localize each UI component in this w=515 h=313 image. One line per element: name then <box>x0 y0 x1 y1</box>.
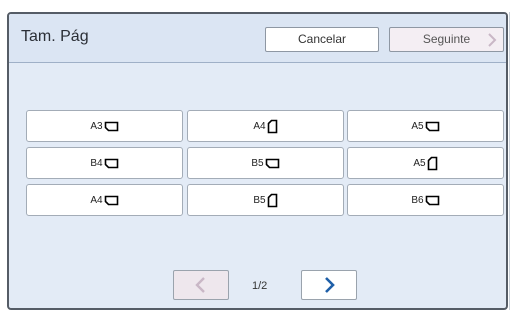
landscape-icon <box>104 195 118 205</box>
size-option-b6-landscape[interactable]: B6 <box>347 184 504 216</box>
size-label: A5 <box>413 157 426 169</box>
dialog-header: Tam. Pág Cancelar Seguinte <box>9 14 506 63</box>
previous-page-button[interactable] <box>173 270 229 300</box>
right-edge-divider <box>509 12 510 310</box>
size-label: A3 <box>90 120 103 132</box>
size-option-a4-landscape[interactable]: A4 <box>26 184 183 216</box>
size-label: B5 <box>251 157 264 169</box>
landscape-icon <box>425 121 439 131</box>
next-page-button[interactable] <box>301 270 357 300</box>
chevron-left-icon <box>195 277 205 293</box>
landscape-icon <box>104 158 118 168</box>
size-option-a4-portrait[interactable]: A4 <box>187 110 344 142</box>
chevron-right-icon <box>325 277 335 293</box>
page-indicator: 1/2 <box>252 280 268 292</box>
size-option-a5-portrait[interactable]: A5 <box>347 147 504 179</box>
size-option-b5-portrait[interactable]: B5 <box>187 184 344 216</box>
cancel-button[interactable]: Cancelar <box>265 27 379 52</box>
portrait-icon <box>427 156 437 170</box>
landscape-icon <box>104 121 118 131</box>
next-button-label: Seguinte <box>422 32 471 46</box>
size-label: A5 <box>411 120 424 132</box>
page-size-dialog: Tam. Pág Cancelar Seguinte A3 A4 A5 B4 B… <box>7 12 508 310</box>
dialog-title: Tam. Pág <box>21 28 89 45</box>
size-option-b4-landscape[interactable]: B4 <box>26 147 183 179</box>
size-label: A4 <box>90 194 103 206</box>
landscape-icon <box>425 195 439 205</box>
size-label: B6 <box>411 194 424 206</box>
size-option-b5-landscape[interactable]: B5 <box>187 147 344 179</box>
size-label: B4 <box>90 157 103 169</box>
size-label: B5 <box>253 194 266 206</box>
size-option-a3-landscape[interactable]: A3 <box>26 110 183 142</box>
portrait-icon <box>267 119 277 133</box>
landscape-icon <box>265 158 279 168</box>
next-button[interactable]: Seguinte <box>389 27 504 52</box>
size-option-a5-landscape[interactable]: A5 <box>347 110 504 142</box>
chevron-right-icon <box>488 33 497 47</box>
portrait-icon <box>267 193 277 207</box>
size-label: A4 <box>253 120 266 132</box>
